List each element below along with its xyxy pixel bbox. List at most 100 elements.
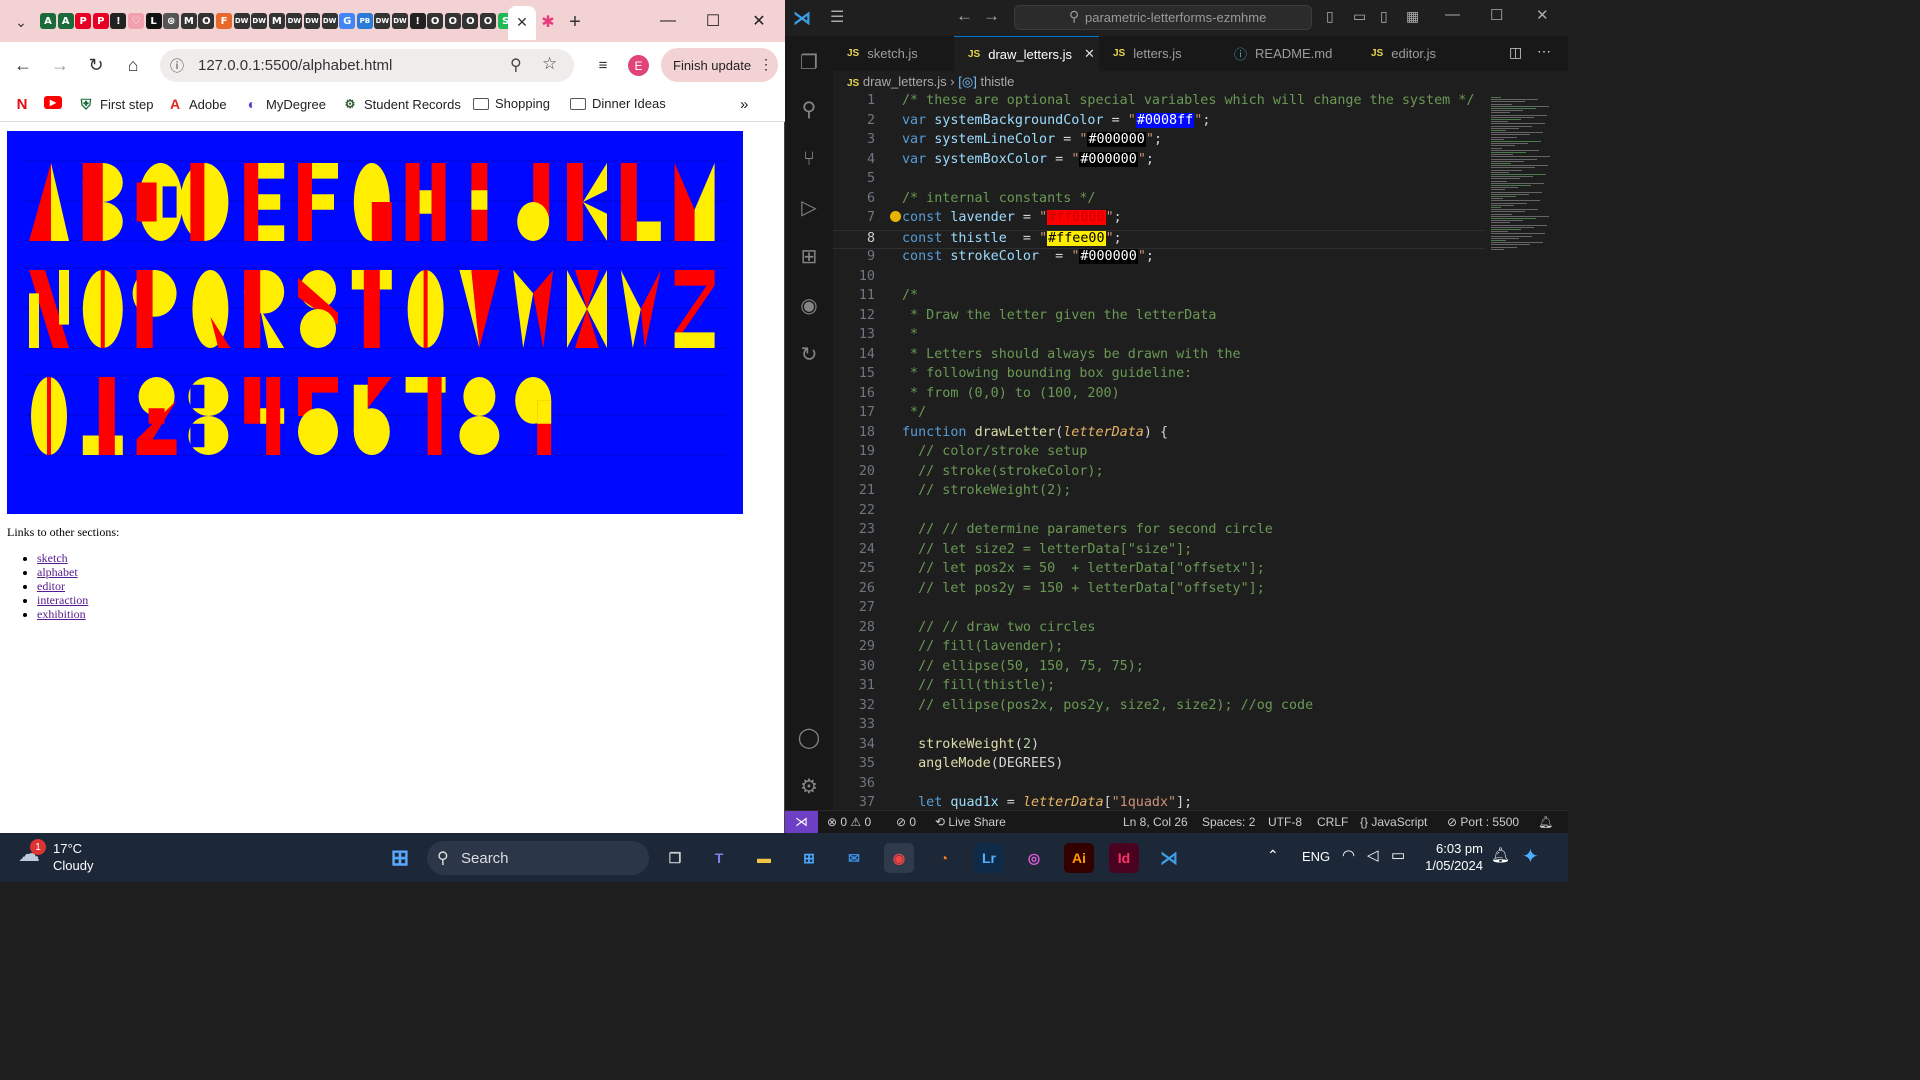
code-line[interactable]: 16 * from (0,0) to (100, 200) <box>833 386 1485 406</box>
live-share-status[interactable]: ⟲ Live Share <box>935 815 1006 829</box>
notifications-bell-icon[interactable]: 🔔︎ <box>1491 846 1510 864</box>
taskbar-search[interactable]: ⚲ Search <box>427 841 649 875</box>
windows-start-icon[interactable]: ⊞ <box>385 843 415 873</box>
maximize-icon[interactable]: ☐ <box>1490 6 1503 24</box>
pinned-tab-favicon[interactable]: O <box>198 13 215 29</box>
indentation[interactable]: Spaces: 2 <box>1202 815 1255 829</box>
minimize-icon[interactable]: — <box>1445 6 1460 23</box>
chrome-taskbar-icon[interactable]: ◉ <box>884 843 914 873</box>
settings-gear-icon[interactable]: ⚙ <box>796 773 822 799</box>
pinned-tab-favicon[interactable]: DW <box>233 13 250 29</box>
remote-indicator-icon[interactable]: ⋊ <box>785 811 818 833</box>
accounts-icon[interactable]: ◯ <box>796 724 822 750</box>
code-line[interactable]: 30 // ellipse(50, 150, 75, 75); <box>833 659 1485 679</box>
clock-time[interactable]: 6:03 pm <box>1425 841 1483 856</box>
pinned-tab-favicon[interactable]: DW <box>304 13 320 29</box>
encoding[interactable]: UTF-8 <box>1268 815 1302 829</box>
search-icon[interactable]: ⚲ <box>796 96 822 122</box>
pinned-tab-favicon[interactable]: G <box>339 13 356 29</box>
live-share-icon[interactable]: ↻ <box>796 341 822 367</box>
pinned-tab-favicon[interactable]: DW <box>321 13 338 29</box>
weather-temp[interactable]: 17°C <box>53 841 82 856</box>
battery-icon[interactable]: ▭ <box>1391 846 1405 864</box>
file-explorer-icon[interactable]: ▬ <box>749 843 779 873</box>
tab-search-chevron-icon[interactable]: ⌄ <box>8 9 34 35</box>
volume-icon[interactable]: ◁ <box>1367 846 1379 864</box>
notifications-bell-icon[interactable]: 🔔︎ <box>1538 815 1553 829</box>
indesign-icon[interactable]: Id <box>1109 843 1139 873</box>
code-line[interactable]: 26 // let pos2y = 150 + letterData["offs… <box>833 581 1485 601</box>
code-line[interactable]: 34 strokeWeight(2) <box>833 737 1485 757</box>
pinned-tab-favicon[interactable]: L <box>145 13 162 29</box>
more-menu-icon[interactable]: ⋮ <box>759 56 773 73</box>
link-alphabet[interactable]: alphabet <box>37 565 78 579</box>
pinned-tab-favicon[interactable]: A <box>40 13 56 29</box>
bookmark-youtube[interactable]: ▶ <box>44 96 62 109</box>
code-line[interactable]: 35 angleMode(DEGREES) <box>833 756 1485 776</box>
language-mode[interactable]: {} JavaScript <box>1360 815 1427 829</box>
address-bar[interactable]: ⓘ 127.0.0.1:5500/alphabet.html ⚲ ☆ <box>160 49 574 82</box>
tab-letters-js[interactable]: JS letters.js <box>1099 36 1219 71</box>
bookmark-folder-shopping[interactable]: Shopping <box>473 96 550 111</box>
zoom-icon[interactable]: ⚲ <box>510 55 522 75</box>
pinned-tab-favicon[interactable]: DW <box>392 13 408 29</box>
tab-sketch-js[interactable]: JS sketch.js <box>833 36 953 71</box>
command-center-search[interactable]: ⚲ parametric-letterforms-ezmhme <box>1014 5 1312 30</box>
profile-avatar[interactable]: E <box>628 55 649 76</box>
reload-icon[interactable]: ↻ <box>83 52 109 78</box>
extensions-icon[interactable]: ⊞ <box>796 243 822 269</box>
code-line[interactable]: 5 <box>833 171 1485 191</box>
link-exhibition[interactable]: exhibition <box>37 607 86 621</box>
more-bookmarks-chevron-icon[interactable]: » <box>740 96 748 113</box>
ports-indicator[interactable]: ⊘ 0 <box>896 815 916 829</box>
maximize-icon[interactable]: ☐ <box>698 8 728 34</box>
code-line[interactable]: 29 // fill(lavender); <box>833 639 1485 659</box>
code-line[interactable]: 4 var systemBoxColor = "#000000"; <box>833 151 1485 172</box>
code-line[interactable]: 33 <box>833 717 1485 737</box>
breadcrumb-file[interactable]: draw_letters.js <box>863 74 947 89</box>
link-sketch[interactable]: sketch <box>37 551 68 565</box>
pinned-tab-favicon[interactable]: ⊛ <box>163 13 180 29</box>
live-server-port[interactable]: ⊘ Port : 5500 <box>1447 815 1519 829</box>
site-info-icon[interactable]: ⓘ <box>170 56 184 76</box>
pinned-tab-favicon[interactable]: DW <box>286 13 303 29</box>
tab-favicon-pin[interactable]: ✱ <box>540 12 556 31</box>
pinned-tab-favicon[interactable]: ! <box>110 13 127 29</box>
source-control-icon[interactable]: ⑂ <box>796 146 822 172</box>
wifi-icon[interactable]: ◠ <box>1342 846 1355 864</box>
bookmark-first-step[interactable]: ⛨ First step <box>78 96 154 112</box>
creative-cloud-icon[interactable]: ◎ <box>1019 843 1049 873</box>
run-debug-icon[interactable]: ▷ <box>796 194 822 220</box>
pinned-tab-favicon[interactable]: F <box>216 13 232 29</box>
code-line[interactable]: 27 <box>833 600 1485 620</box>
bookmark-folder-dinner-ideas[interactable]: Dinner Ideas <box>570 96 666 111</box>
code-line[interactable]: 36 <box>833 776 1485 796</box>
close-tab-icon[interactable]: ✕ <box>509 9 535 35</box>
pinned-tab-favicon[interactable]: O <box>462 13 479 29</box>
toggle-secondary-sidebar-icon[interactable]: ▯ <box>1380 8 1388 25</box>
bookmark-netflix[interactable]: N <box>14 96 30 113</box>
forward-icon[interactable]: → <box>47 52 73 78</box>
pinned-tab-favicon[interactable]: P <box>75 13 92 29</box>
pinned-tab-favicon[interactable]: ! <box>409 13 426 29</box>
nav-forward-icon[interactable]: → <box>983 6 1000 26</box>
finish-update-button[interactable]: Finish update ⋮ <box>661 48 778 82</box>
link-interaction[interactable]: interaction <box>37 593 88 607</box>
pinned-tab-favicon[interactable]: M <box>268 13 285 29</box>
toggle-panel-icon[interactable]: ▭ <box>1353 8 1366 25</box>
pinned-tab-favicon[interactable]: DW <box>251 13 268 29</box>
code-line[interactable]: 25 // let pos2x = 50 + letterData["offse… <box>833 561 1485 581</box>
code-line[interactable]: 19 // color/stroke setup <box>833 444 1485 464</box>
lightbulb-icon[interactable] <box>890 211 901 222</box>
code-line[interactable]: 1 /* these are optional special variables… <box>833 93 1485 113</box>
code-line[interactable]: 11 /* <box>833 288 1485 308</box>
code-line[interactable]: 23 // // determine parameters for second… <box>833 522 1485 542</box>
bookmark-adobe[interactable]: A Adobe <box>167 96 227 112</box>
pinned-tab-favicon[interactable]: P <box>92 13 109 29</box>
code-line[interactable]: 21 // strokeWeight(2); <box>833 483 1485 503</box>
code-line[interactable]: 8 const thistle = "#ffee00"; <box>833 229 1485 249</box>
bookmark-star-icon[interactable]: ☆ <box>542 54 557 74</box>
code-line[interactable]: 13 * <box>833 327 1485 347</box>
bookmark-student-records[interactable]: ⚙ Student Records <box>342 96 461 112</box>
url-text[interactable]: 127.0.0.1:5500/alphabet.html <box>198 57 392 74</box>
